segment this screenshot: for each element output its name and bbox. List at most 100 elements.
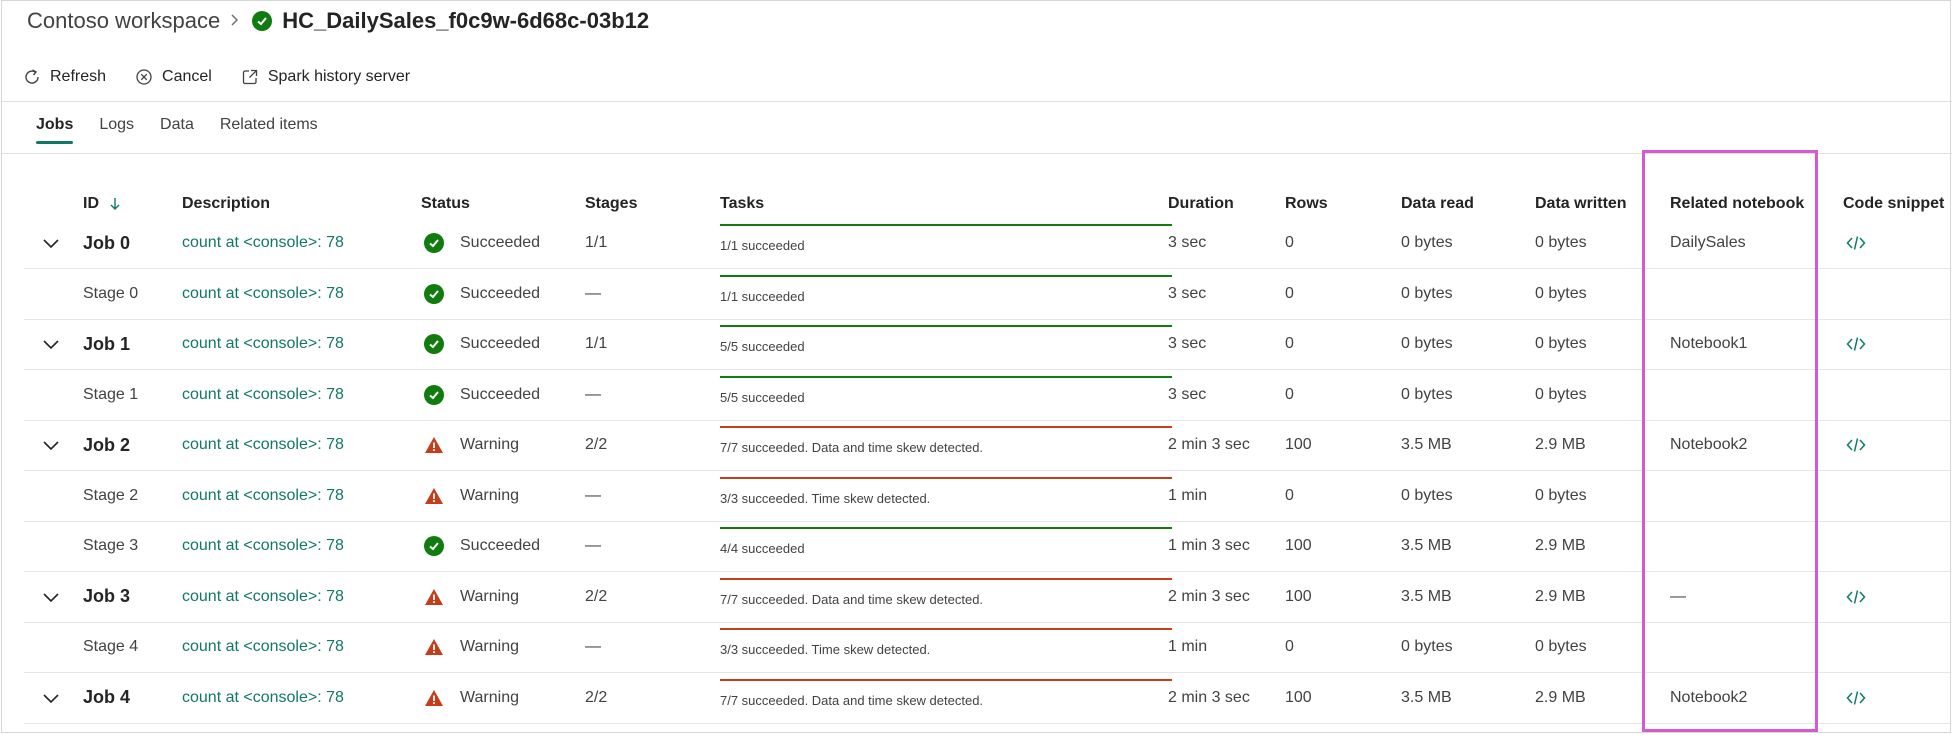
row-id: Job 4 xyxy=(83,687,131,707)
refresh-button[interactable]: Refresh xyxy=(22,67,106,87)
tasks-summary: 7/7 succeeded. Data and time skew detect… xyxy=(720,692,984,708)
row-rows: 0 xyxy=(1285,284,1294,302)
job-row[interactable]: Job 0 count at <console>: 78 Succeeded 1/1 1… xyxy=(24,218,1950,269)
status-label: Warning xyxy=(460,688,519,706)
row-description-link[interactable]: count at <console>: 78 xyxy=(182,521,344,571)
status-label: Warning xyxy=(460,638,519,655)
row-data-written: 2.9 MB xyxy=(1535,587,1586,605)
cancel-circle-icon xyxy=(136,69,152,85)
code-snippet-icon[interactable] xyxy=(1846,319,1866,369)
job-row[interactable]: Job 2 count at <console>: 78 Warning 2/2 7/7… xyxy=(24,420,1950,471)
status-label: Warning xyxy=(460,436,519,453)
row-status: Succeeded xyxy=(424,319,540,369)
stage-row[interactable]: Stage 0 count at <console>: 78 Succeeded — 1… xyxy=(24,269,1950,320)
status-label: Warning xyxy=(460,587,519,605)
row-data-written: 2.9 MB xyxy=(1535,688,1586,706)
row-data-read: 0 bytes xyxy=(1401,284,1453,302)
row-rows: 100 xyxy=(1285,537,1312,554)
row-description-link[interactable]: count at <console>: 78 xyxy=(182,269,344,319)
row-data-read: 0 bytes xyxy=(1401,638,1453,655)
status-label: Warning xyxy=(460,486,519,504)
row-status: Succeeded xyxy=(424,269,540,319)
tab-data[interactable]: Data xyxy=(160,116,194,144)
row-stages: 1/1 xyxy=(585,335,608,352)
column-header-tasks[interactable]: Tasks xyxy=(720,192,764,216)
expand-chevron-icon[interactable] xyxy=(40,586,62,608)
row-id: Job 1 xyxy=(83,333,131,354)
tab-related-items[interactable]: Related items xyxy=(220,116,318,144)
status-label: Succeeded xyxy=(460,537,541,554)
success-check-icon xyxy=(424,283,444,304)
row-data-written: 0 bytes xyxy=(1535,335,1587,352)
tasks-summary: 3/3 succeeded. Time skew detected. xyxy=(720,490,931,506)
row-description-link[interactable]: count at <console>: 78 xyxy=(182,218,344,268)
expand-chevron-icon[interactable] xyxy=(40,232,62,254)
column-header-status[interactable]: Status xyxy=(421,192,470,216)
stage-row[interactable]: Stage 3 count at <console>: 78 Succeeded — 4… xyxy=(24,521,1950,572)
row-id: Stage 4 xyxy=(83,638,139,655)
tasks-summary: 4/4 succeeded xyxy=(720,541,805,556)
job-row[interactable]: Job 1 count at <console>: 78 Succeeded 1/1 5… xyxy=(24,319,1950,370)
row-rows: 0 xyxy=(1285,335,1294,352)
job-row[interactable]: Job 3 count at <console>: 78 Warning 2/2 7/7… xyxy=(24,572,1950,623)
row-description-link[interactable]: count at <console>: 78 xyxy=(182,370,344,420)
column-header-description[interactable]: Description xyxy=(182,192,270,216)
row-data-read: 3.5 MB xyxy=(1401,436,1452,453)
row-data-written: 0 bytes xyxy=(1535,284,1587,302)
row-data-written: 2.9 MB xyxy=(1535,436,1586,453)
tab-logs[interactable]: Logs xyxy=(99,116,134,144)
stage-row[interactable]: Stage 1 count at <console>: 78 Succeeded — 5… xyxy=(24,370,1950,421)
status-label: Succeeded xyxy=(460,385,541,403)
row-description-link[interactable]: count at <console>: 78 xyxy=(182,420,344,470)
row-rows: 100 xyxy=(1285,587,1312,605)
row-description-link[interactable]: count at <console>: 78 xyxy=(182,673,344,723)
row-stages: — xyxy=(585,486,601,504)
row-data-read: 0 bytes xyxy=(1401,234,1453,251)
row-data-read: 0 bytes xyxy=(1401,385,1453,403)
row-stages: — xyxy=(585,638,601,655)
column-header-related-notebook[interactable]: Related notebook xyxy=(1670,192,1804,216)
row-description-link[interactable]: count at <console>: 78 xyxy=(182,622,344,672)
code-snippet-icon[interactable] xyxy=(1846,420,1866,470)
column-header-stages[interactable]: Stages xyxy=(585,192,637,216)
row-related-notebook: Notebook2 xyxy=(1670,688,1748,706)
spark-history-server-button[interactable]: Spark history server xyxy=(240,67,410,87)
tasks-progress-bar xyxy=(720,628,1172,630)
code-snippet-icon[interactable] xyxy=(1846,218,1866,268)
row-duration: 2 min 3 sec xyxy=(1168,436,1250,453)
success-check-icon xyxy=(424,334,444,354)
column-header-duration[interactable]: Duration xyxy=(1168,192,1234,216)
code-snippet-icon[interactable] xyxy=(1846,572,1866,622)
column-header-data-read[interactable]: Data read xyxy=(1401,192,1474,216)
success-check-icon xyxy=(424,233,444,253)
row-description-link[interactable]: count at <console>: 78 xyxy=(182,319,344,369)
expand-chevron-icon[interactable] xyxy=(40,333,62,355)
cancel-button[interactable]: Cancel xyxy=(134,67,212,87)
warning-triangle-icon xyxy=(424,587,444,607)
job-row[interactable]: Job 4 count at <console>: 78 Warning 2/2 7/7… xyxy=(24,673,1950,724)
stage-row[interactable]: Stage 4 count at <console>: 78 Warning — 3/3… xyxy=(24,622,1950,673)
expand-chevron-icon[interactable] xyxy=(40,434,62,456)
row-description-link[interactable]: count at <console>: 78 xyxy=(182,471,344,521)
row-status: Succeeded xyxy=(424,370,540,420)
row-tasks: 4/4 succeeded xyxy=(720,527,1172,567)
row-tasks: 3/3 succeeded. Time skew detected. xyxy=(720,476,1172,517)
row-duration: 3 sec xyxy=(1168,234,1207,251)
code-snippet-icon[interactable] xyxy=(1846,673,1866,723)
stage-row[interactable]: Stage 2 count at <console>: 78 Warning — 3/3… xyxy=(24,471,1950,522)
warning-triangle-icon xyxy=(424,688,444,708)
column-header-data-written[interactable]: Data written xyxy=(1535,192,1627,216)
row-status: Succeeded xyxy=(424,521,540,571)
row-duration: 2 min 3 sec xyxy=(1168,688,1250,706)
row-related-notebook: — xyxy=(1670,587,1686,605)
expand-chevron-icon[interactable] xyxy=(40,687,62,709)
tasks-progress-bar xyxy=(720,678,1172,681)
column-header-rows[interactable]: Rows xyxy=(1285,192,1328,216)
row-stages: 2/2 xyxy=(585,436,608,453)
refresh-icon xyxy=(25,69,39,84)
row-description-link[interactable]: count at <console>: 78 xyxy=(182,572,344,622)
tab-jobs[interactable]: Jobs xyxy=(36,116,74,144)
column-header-id[interactable]: ID xyxy=(83,192,121,216)
breadcrumb-workspace-link[interactable]: Contoso workspace xyxy=(27,8,220,34)
column-header-code-snippet[interactable]: Code snippet xyxy=(1843,192,1944,216)
